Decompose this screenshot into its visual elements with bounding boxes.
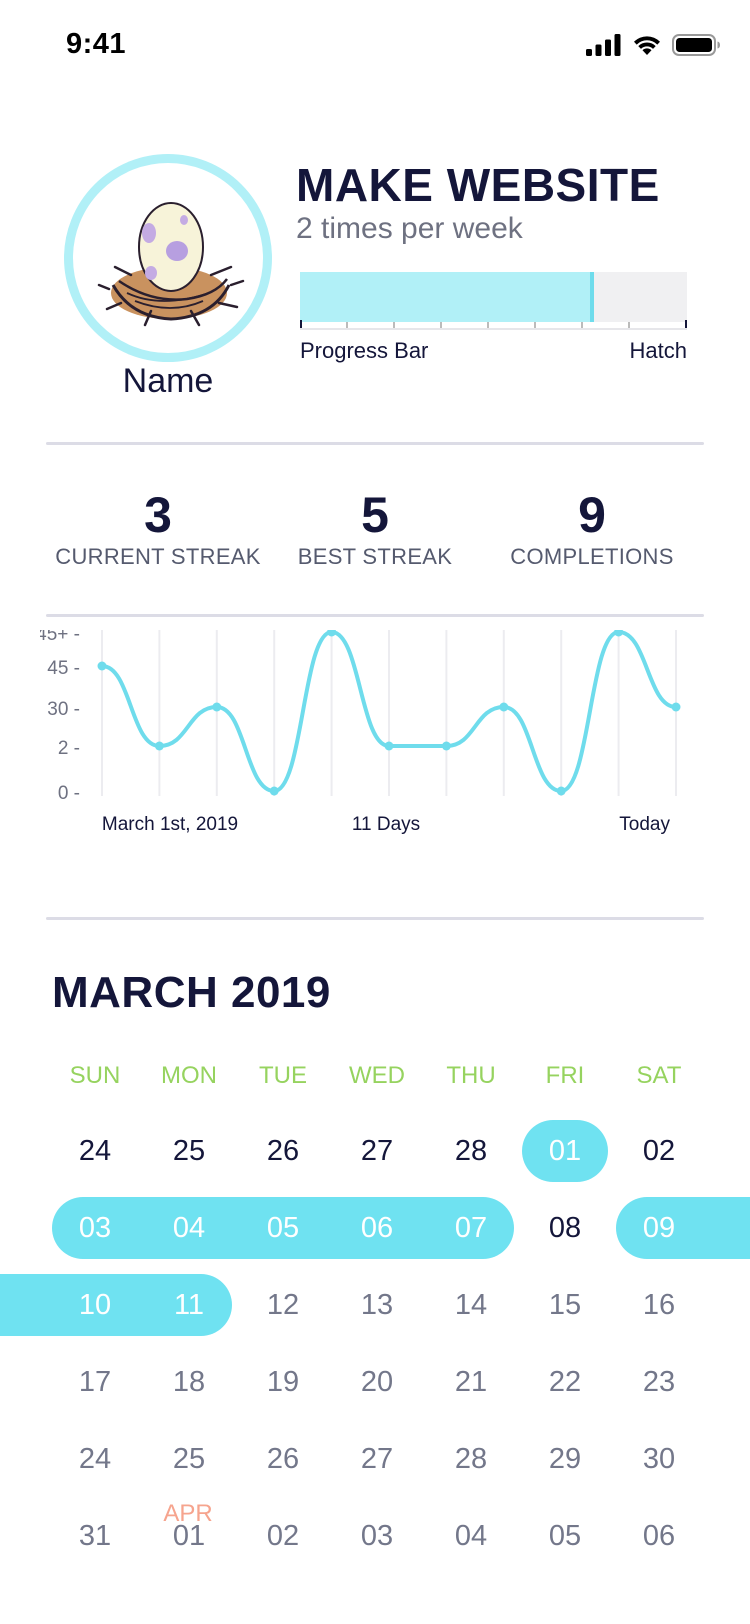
stat-value: 9: [578, 487, 606, 543]
habit-frequency: 2 times per week: [296, 212, 523, 245]
status-bar: 9:41: [0, 0, 750, 92]
stat-value: 3: [144, 487, 172, 543]
progress-ticks: [300, 320, 687, 330]
stat-current-streak: 3 CURRENT STREAK: [43, 488, 273, 570]
calendar-day[interactable]: 04: [424, 1505, 518, 1567]
stat-label: BEST STREAK: [297, 544, 453, 569]
calendar-day[interactable]: 17: [48, 1351, 142, 1413]
calendar-day[interactable]: 14: [424, 1274, 518, 1336]
calendar-day[interactable]: 10: [48, 1274, 142, 1336]
data-point: [327, 630, 337, 637]
status-time: 9:41: [66, 28, 127, 60]
calendar-day[interactable]: 28: [424, 1428, 518, 1490]
weekday-sat: SAT: [636, 1062, 682, 1089]
weekday-mon: MON: [161, 1062, 217, 1089]
calendar-day[interactable]: 25: [142, 1428, 236, 1490]
weekday-sun: SUN: [69, 1062, 121, 1089]
data-point: [97, 661, 107, 671]
y-tick-label: 30 -: [47, 699, 80, 720]
habit-title: MAKE WEBSITE: [296, 159, 660, 211]
calendar-day[interactable]: 25: [142, 1120, 236, 1182]
data-point: [384, 741, 394, 751]
status-icons: [586, 34, 720, 56]
calendar-month-title: MARCH 2019: [52, 968, 331, 1017]
y-tick-label: 45+ -: [40, 630, 80, 645]
hatch-label: Hatch: [629, 338, 687, 363]
avatar[interactable]: [64, 154, 272, 362]
calendar-day[interactable]: 02: [236, 1505, 330, 1567]
avatar-name: Name: [122, 362, 214, 400]
egg-nest-icon: [97, 202, 245, 327]
y-tick-label: 2 -: [58, 738, 80, 759]
calendar-day[interactable]: 13: [330, 1274, 424, 1336]
calendar-day[interactable]: 06: [330, 1197, 424, 1259]
weekday-tue: TUE: [259, 1062, 307, 1089]
battery-icon: [672, 34, 720, 56]
progress-label: Progress Bar: [300, 338, 429, 363]
divider: [46, 442, 704, 445]
weekday-fri: FRI: [545, 1062, 585, 1089]
data-point: [671, 702, 681, 712]
calendar-day[interactable]: 05: [236, 1197, 330, 1259]
calendar-day[interactable]: 04: [142, 1197, 236, 1259]
divider: [46, 614, 704, 617]
calendar-day[interactable]: 09: [612, 1197, 706, 1259]
stat-label: COMPLETIONS: [510, 544, 674, 569]
calendar-day[interactable]: 28: [424, 1120, 518, 1182]
y-tick-label: 45 -: [47, 658, 80, 679]
calendar-day[interactable]: 27: [330, 1428, 424, 1490]
calendar-day[interactable]: 07: [424, 1197, 518, 1259]
weekday-thu: THU: [446, 1062, 496, 1089]
calendar-day[interactable]: 22: [518, 1351, 612, 1413]
calendar-day[interactable]: 26: [236, 1120, 330, 1182]
calendar-day[interactable]: 24: [48, 1428, 142, 1490]
calendar-day[interactable]: 05: [518, 1505, 612, 1567]
wifi-icon: [634, 36, 660, 55]
calendar-day[interactable]: 06: [612, 1505, 706, 1567]
divider: [46, 917, 704, 920]
calendar-day[interactable]: 11: [142, 1274, 236, 1336]
calendar-day[interactable]: 19: [236, 1351, 330, 1413]
calendar-day[interactable]: 23: [612, 1351, 706, 1413]
calendar-day[interactable]: 18: [142, 1351, 236, 1413]
weekday-wed: WED: [349, 1062, 405, 1089]
calendar-day[interactable]: 08: [518, 1197, 612, 1259]
calendar-day[interactable]: 20: [330, 1351, 424, 1413]
calendar-day[interactable]: 24: [48, 1120, 142, 1182]
data-point: [212, 702, 222, 712]
y-tick-label: 0 -: [58, 783, 80, 804]
history-line-chart: 0 - 2 - 30 - 45 - 45+ - March 1st, 2019 11 Day…: [40, 630, 681, 835]
x-axis-label: 11 Days: [352, 814, 420, 835]
calendar-day[interactable]: 12: [236, 1274, 330, 1336]
calendar-day[interactable]: 31: [48, 1505, 142, 1567]
next-month-label: APR: [163, 1500, 213, 1527]
data-point: [499, 702, 509, 712]
calendar-day[interactable]: 29: [518, 1428, 612, 1490]
data-point: [614, 630, 624, 637]
stat-value: 5: [361, 487, 389, 543]
calendar-day[interactable]: 02: [612, 1120, 706, 1182]
x-axis-label: Today: [619, 814, 670, 835]
calendar-day[interactable]: 03: [330, 1505, 424, 1567]
stat-completions: 9 COMPLETIONS: [477, 488, 707, 570]
data-point: [441, 741, 451, 751]
data-point: [154, 741, 164, 751]
data-point: [269, 786, 279, 796]
calendar-day[interactable]: 26: [236, 1428, 330, 1490]
calendar-day[interactable]: 16: [612, 1274, 706, 1336]
calendar-day[interactable]: 27: [330, 1120, 424, 1182]
x-axis-label: March 1st, 2019: [102, 814, 238, 835]
data-point: [556, 786, 566, 796]
calendar-day[interactable]: 03: [48, 1197, 142, 1259]
stat-best-streak: 5 BEST STREAK: [260, 488, 490, 570]
stat-label: CURRENT STREAK: [55, 544, 261, 569]
calendar-day[interactable]: 01: [518, 1120, 612, 1182]
calendar-day[interactable]: 30: [612, 1428, 706, 1490]
cellular-signal-icon: [586, 34, 621, 56]
calendar-day[interactable]: 21: [424, 1351, 518, 1413]
calendar-day[interactable]: 15: [518, 1274, 612, 1336]
progress-fill: [300, 272, 594, 322]
hatch-progress-bar: [300, 272, 687, 330]
